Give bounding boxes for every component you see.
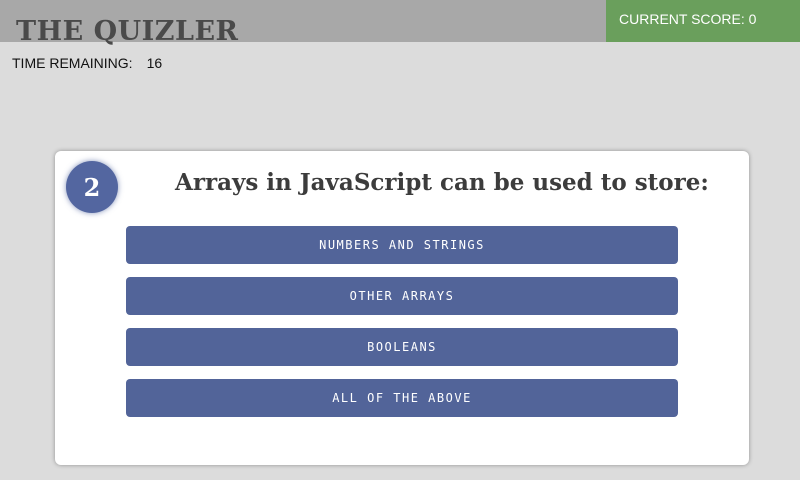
time-remaining: TIME REMAINING: 16 [12, 55, 162, 71]
current-score: CURRENT SCORE: 0 [606, 0, 800, 42]
question-number-badge: 2 [66, 161, 118, 213]
question-text: Arrays in JavaScript can be used to stor… [175, 169, 709, 196]
timer-label: TIME REMAINING: [12, 55, 133, 71]
answer-button-1[interactable]: NUMBERS AND STRINGS [126, 226, 678, 264]
answer-button-2[interactable]: OTHER ARRAYS [126, 277, 678, 315]
score-value: 0 [748, 11, 757, 27]
header-bar: THE QUIZLER CURRENT SCORE: 0 [0, 0, 800, 47]
answer-button-3[interactable]: BOOLEANS [126, 328, 678, 366]
app-title: THE QUIZLER [16, 16, 239, 47]
score-label: CURRENT SCORE: [619, 11, 745, 27]
answer-button-4[interactable]: ALL OF THE ABOVE [126, 379, 678, 417]
timer-value: 16 [146, 55, 163, 71]
question-card: 2 Arrays in JavaScript can be used to st… [55, 151, 749, 465]
